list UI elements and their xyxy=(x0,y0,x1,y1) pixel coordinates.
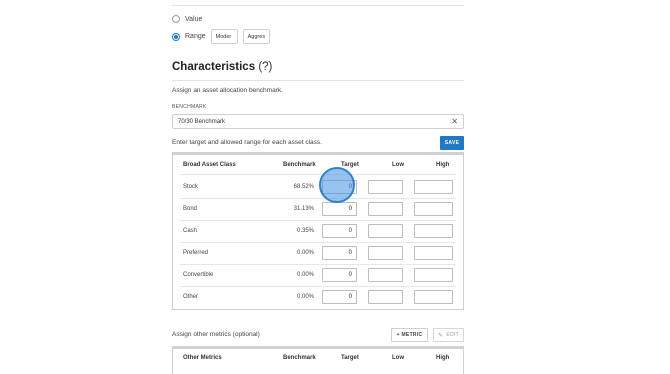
row-divider xyxy=(180,286,456,287)
header-other-low: Low xyxy=(392,355,404,361)
row-other-name: Other xyxy=(183,294,199,300)
row-divider xyxy=(180,220,456,221)
row-bond-high-input[interactable] xyxy=(414,202,453,216)
instruction-text: Enter target and allowed range for each … xyxy=(172,139,322,146)
radio-value-label: Value xyxy=(185,15,203,23)
row-stock-high-input[interactable] xyxy=(414,180,453,194)
row-bond-low-input[interactable] xyxy=(368,202,403,216)
help-link[interactable]: (?) xyxy=(258,61,272,73)
radio-range-label: Range xyxy=(185,33,206,40)
row-preferred-high-input[interactable] xyxy=(414,246,453,260)
row-cash-target-input[interactable]: 0 xyxy=(322,224,357,238)
row-convertible-name: Convertible xyxy=(183,272,214,278)
row-convertible-high-input[interactable] xyxy=(414,268,453,282)
row-preferred-target-input[interactable]: 0 xyxy=(322,246,357,260)
edit-button-label: EDIT xyxy=(446,332,459,338)
row-cash-benchmark: 0.35% xyxy=(296,228,314,234)
header-other-metrics: Other Metrics xyxy=(183,355,222,361)
header-other-target: Target xyxy=(341,355,359,361)
row-divider xyxy=(180,198,456,199)
characteristics-heading: Characteristics (?) xyxy=(172,61,272,73)
benchmark-label: BENCHMARK xyxy=(172,104,207,110)
header-benchmark: Benchmark xyxy=(283,162,316,168)
row-other-target-input[interactable]: 0 xyxy=(322,290,357,304)
characteristics-title: Characteristics xyxy=(172,61,256,73)
header-low: Low xyxy=(392,162,404,168)
row-divider xyxy=(180,264,456,265)
pencil-icon: ✎ xyxy=(438,332,444,339)
row-convertible-target-input[interactable]: 0 xyxy=(322,268,357,282)
top-divider xyxy=(172,5,464,6)
row-bond-target-input[interactable]: 0 xyxy=(322,202,357,216)
row-preferred-low-input[interactable] xyxy=(368,246,403,260)
row-cash-name: Cash xyxy=(183,228,198,234)
row-bond-benchmark: 31.13% xyxy=(293,206,314,212)
click-indicator xyxy=(319,167,355,203)
header-broad-asset-class: Broad Asset Class xyxy=(183,162,236,168)
header-target: Target xyxy=(341,162,359,168)
edit-button[interactable]: ✎ EDIT xyxy=(433,328,464,342)
header-other-benchmark: Benchmark xyxy=(283,355,316,361)
other-metrics-label: Assign other metrics (optional) xyxy=(172,331,260,338)
row-stock-name: Stock xyxy=(183,184,199,190)
range-moderate-button[interactable]: Moder xyxy=(210,29,238,44)
row-bond-name: Bond xyxy=(183,206,198,212)
header-other-high: High xyxy=(436,355,450,361)
radio-value[interactable]: Value xyxy=(172,15,202,23)
radio-range-button[interactable] xyxy=(172,32,180,41)
radio-value-button[interactable] xyxy=(172,15,180,23)
close-icon[interactable]: ✕ xyxy=(451,117,458,126)
row-divider xyxy=(180,242,456,243)
benchmark-subtitle: Assign an asset allocation benchmark. xyxy=(172,87,283,94)
row-preferred-benchmark: 0.00% xyxy=(296,250,314,256)
benchmark-select[interactable]: 70/30 Benchmark ✕ xyxy=(172,114,464,129)
header-divider xyxy=(180,174,456,175)
benchmark-value: 70/30 Benchmark xyxy=(178,118,226,125)
range-aggressive-button[interactable]: Aggres xyxy=(242,29,270,44)
row-cash-high-input[interactable] xyxy=(414,224,453,238)
row-cash-low-input[interactable] xyxy=(368,224,403,238)
row-other-low-input[interactable] xyxy=(368,290,403,304)
row-other-benchmark: 0.00% xyxy=(296,294,314,300)
row-preferred-name: Preferred xyxy=(183,250,209,256)
row-stock-low-input[interactable] xyxy=(368,180,403,194)
row-convertible-low-input[interactable] xyxy=(368,268,403,282)
radio-range[interactable]: Range Moder Aggres xyxy=(172,29,270,44)
heading-divider xyxy=(172,80,464,81)
save-button[interactable]: SAVE xyxy=(440,136,464,150)
header-high: High xyxy=(436,162,450,168)
row-stock-benchmark: 68.52% xyxy=(293,184,314,190)
add-metric-button[interactable]: + METRIC xyxy=(391,328,428,342)
row-convertible-benchmark: 0.00% xyxy=(296,272,314,278)
row-other-high-input[interactable] xyxy=(414,290,453,304)
